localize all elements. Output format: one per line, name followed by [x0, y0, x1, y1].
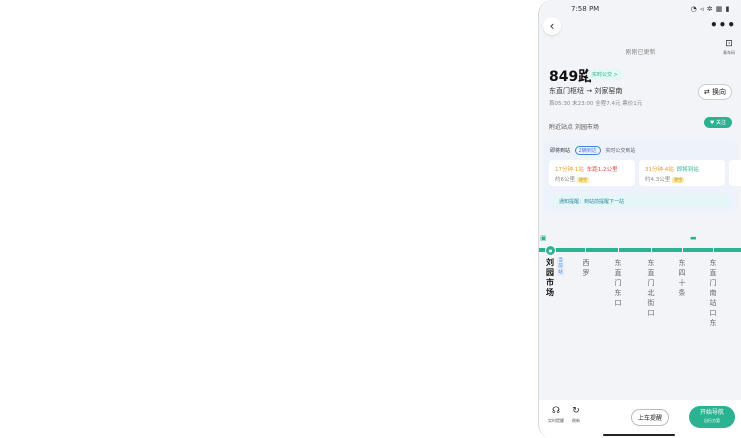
more-options-icon[interactable]: •••	[710, 18, 736, 32]
alarm-icon: ☊	[552, 406, 560, 416]
arrival-more-link[interactable]: 实时公交到站	[605, 148, 635, 154]
start-navigation-button[interactable]: 开始导航 出行方案	[689, 406, 735, 428]
navigation-label: 开始导航	[699, 409, 724, 416]
arrival-filter-tab[interactable]: 2辆到达	[574, 146, 601, 155]
bus-note: 车距1.2公里	[586, 167, 618, 173]
stop-item[interactable]: 东直门南站口东	[708, 258, 718, 328]
stop-tick	[651, 248, 652, 252]
navigation-sublabel: 出行方案	[704, 418, 720, 423]
refresh-icon: ↻	[572, 406, 580, 416]
alarm-label: 实时提醒	[548, 418, 564, 423]
bus-icon: ▬	[690, 234, 697, 242]
stop-tick	[585, 248, 586, 252]
follow-button[interactable]: ♥ 关注	[703, 117, 732, 128]
nearby-stop: 附近站点 刘园市场	[549, 124, 599, 131]
stop-item[interactable]: 东直门北街口	[646, 258, 656, 318]
bus-eta-item[interactable]: 17分钟·1站 车距1.2公里 约6公里 较空	[549, 160, 635, 186]
bus-note: 即将到站	[676, 167, 699, 173]
back-button[interactable]: ‹	[543, 17, 561, 35]
crowd-tag: 较空	[577, 177, 589, 183]
realtime-bus-badge[interactable]: 实时公交 >	[587, 69, 623, 80]
stop-tick	[682, 248, 683, 252]
home-indicator	[603, 434, 675, 436]
route-line	[539, 248, 741, 252]
bus-distance: 约6公里	[555, 177, 575, 183]
route-number: 849路	[549, 69, 593, 85]
current-stop-marker: ●	[545, 245, 556, 256]
arrival-header-label: 即将到站	[550, 148, 571, 154]
bus-distance: 约4.3公里	[645, 177, 671, 183]
arrival-reminder-bar[interactable]: 通知提醒：到站前提醒下一站	[550, 194, 731, 208]
crowd-tag: 较空	[672, 177, 685, 183]
stop-item[interactable]: 西罗	[581, 258, 591, 278]
stop-item[interactable]: 东四十条	[677, 258, 687, 298]
chevron-left-icon: ‹	[549, 19, 555, 33]
boarding-reminder-button[interactable]: 上车提醒	[631, 409, 670, 426]
alarm-button[interactable]: ☊ 实时提醒	[548, 407, 564, 425]
stop-tick	[713, 248, 714, 252]
current-stop-tag: 当前站	[557, 258, 564, 276]
status-bar: 7:58 PM ◔ ◃ ✲ ▦ ▮	[539, 0, 741, 18]
reminder-text: 通知提醒：到站前提醒下一站	[559, 199, 625, 205]
refresh-label: 刷新	[572, 418, 580, 423]
bus-eta-item[interactable]: 31分钟·4站 即将到站 约4.3公里 较空	[639, 160, 725, 186]
bus-arrival-header: 即将到站 2辆到达 实时公交到站	[550, 146, 635, 155]
bus-icon: ▣	[540, 234, 547, 242]
route-hours: 首05:30 末23:00 全程7.4元 票价1元	[549, 101, 643, 107]
bus-eta-item[interactable]	[729, 160, 741, 186]
updated-text: 刚刚已更新	[625, 49, 656, 56]
swap-direction-button[interactable]: ⇄ 换向	[697, 84, 732, 100]
bus-eta: 31分钟·4站	[645, 167, 674, 173]
status-time: 7:58 PM	[571, 5, 600, 13]
stop-item[interactable]: 刘园市场	[545, 258, 555, 298]
stop-tick	[618, 248, 619, 252]
phone-screen: 7:58 PM ◔ ◃ ✲ ▦ ▮ ‹ ••• ⊡ 乘车码 刚刚已更新 849路…	[538, 0, 741, 438]
bus-arrival-card: 即将到站 2辆到达 实时公交到站 17分钟·1站 车距1.2公里 约6公里 较空 3…	[544, 140, 741, 212]
route-direction: 东直门枢纽 → 刘家窑南	[549, 87, 623, 95]
refresh-button[interactable]: ↻ 刷新	[572, 407, 580, 425]
stop-item[interactable]: 东直门东口	[613, 258, 623, 308]
bottom-bar: ☊ 实时提醒 ↻ 刷新 上车提醒 开始导航 出行方案	[539, 400, 741, 438]
status-icons: ◔ ◃ ✲ ▦ ▮	[690, 5, 730, 13]
bus-eta: 17分钟·1站	[555, 167, 584, 173]
